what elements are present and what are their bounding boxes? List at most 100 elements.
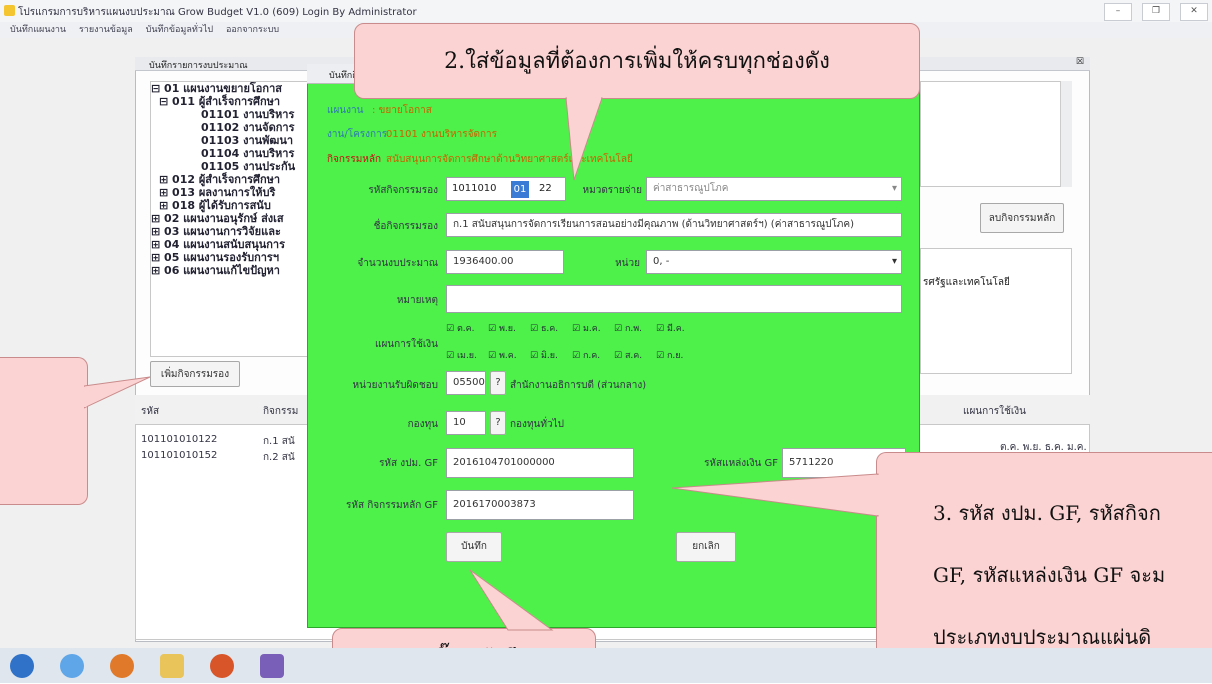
menu-item-general[interactable]: บันทึกข้อมูลทั่วไป [146, 22, 213, 38]
main-activity-label: กิจกรรมหลัก [327, 154, 382, 165]
grid-header-activity: กิจกรรม [263, 406, 299, 417]
month-checkbox[interactable]: ☑ ก.พ. [614, 321, 642, 335]
budget-window-close-icon[interactable]: ☒ [1076, 57, 1084, 67]
grid-cell-activity[interactable]: ก.2 สนั [263, 450, 295, 465]
taskbar [0, 648, 1212, 683]
agency-code-input[interactable]: 05500 [446, 371, 486, 395]
sub-name-label: ชื่อกิจกรรมรอง [373, 221, 438, 232]
agency-name: สำนักงานอธิการบดี (ส่วนกลาง) [510, 380, 647, 391]
month-label: ส.ค. [624, 351, 643, 361]
close-icon[interactable]: ✕ [1180, 3, 1208, 21]
sub-code-mid[interactable]: 01 [511, 181, 529, 198]
month-label: ม.ค. [582, 324, 601, 334]
menu-item-logout[interactable]: ออกจากระบบ [226, 22, 279, 38]
gf-budget-code-label: รหัส งปม. GF [379, 458, 438, 469]
month-checkbox[interactable]: ☑ ต.ค. [446, 321, 475, 335]
grid-cell-code[interactable]: 101101010152 [141, 450, 217, 461]
menu-item-report[interactable]: รายงานข้อมูล [79, 22, 133, 38]
detail-scrollbar[interactable] [1060, 81, 1072, 187]
month-checkbox[interactable]: ☑ ก.ค. [572, 348, 600, 362]
gf-budget-code-input[interactable]: 2016104701000000 [446, 448, 634, 478]
note-label: หมายเหตุ [396, 295, 438, 306]
months-row-1: ☑ ต.ค. ☑ พ.ย. ☑ ธ.ค. ☑ ม.ค. ☑ ก.พ. ☑ มี.… [446, 321, 906, 335]
month-label: ก.ย. [666, 351, 684, 361]
app-title-bar: โปรแกรมการบริหารแผนงบประมาณ Grow Budget … [0, 0, 1212, 22]
step3-callout-pointer [672, 473, 880, 517]
month-label: มิ.ย. [540, 351, 558, 361]
plan-value: : ขยายโอกาส [372, 105, 432, 116]
month-checkbox[interactable]: ☑ พ.ย. [488, 321, 516, 335]
project-value: 01101 งานบริหารจัดการ [386, 129, 498, 140]
grid-header-plan-use: แผนการใช้เงิน [963, 406, 1026, 417]
months-row-2: ☑ เม.ย. ☑ พ.ค. ☑ มิ.ย. ☑ ก.ค. ☑ ส.ค. ☑ ก… [446, 348, 906, 362]
amount-input[interactable]: 1936400.00 [446, 250, 564, 274]
unit-value: 0, - [653, 256, 670, 267]
month-checkbox[interactable]: ☑ พ.ค. [488, 348, 517, 362]
grid-cell-activity[interactable]: ก.1 สนั [263, 434, 295, 449]
chevron-down-icon[interactable]: ▾ [892, 251, 897, 273]
chevron-down-icon[interactable]: ▾ [892, 178, 897, 200]
browser-icon[interactable] [60, 654, 84, 678]
detail-panel [920, 81, 1072, 187]
description-text: รศรัฐและเทคโนโลยี [923, 277, 1010, 288]
folder-icon[interactable] [160, 654, 184, 678]
month-checkbox[interactable]: ☑ ก.ย. [656, 348, 683, 362]
sub-code-suffix: 22 [539, 183, 552, 194]
month-checkbox[interactable]: ☑ ม.ค. [572, 321, 601, 335]
media-player-icon[interactable] [110, 654, 134, 678]
unit-label: หน่วย [615, 258, 640, 269]
month-checkbox[interactable]: ☑ มิ.ย. [530, 348, 558, 362]
plan-use-label: แผนการใช้เงิน [375, 339, 438, 350]
gf-main-activity-code-input[interactable]: 2016170003873 [446, 490, 634, 520]
plan-label: แผนงาน [327, 105, 364, 116]
month-checkbox[interactable]: ☑ เม.ย. [446, 348, 477, 362]
cancel-button[interactable]: ยกเลิก [676, 532, 736, 562]
step2-callout-pointer [565, 96, 603, 181]
minimize-icon[interactable]: – [1104, 3, 1132, 21]
budget-window-title: บันทึกรายการงบประมาณ [149, 61, 248, 71]
step3-line: 3. รหัส งปม. GF, รหัสกิจก [933, 501, 1161, 525]
month-label: มี.ค. [666, 324, 685, 334]
grid-cell-code[interactable]: 101101010122 [141, 434, 217, 445]
month-checkbox[interactable]: ☑ มี.ค. [656, 321, 685, 335]
fund-lookup-button[interactable]: ? [490, 411, 506, 435]
fund-code-input[interactable]: 10 [446, 411, 486, 435]
sub-name-input[interactable]: ก.1 สนับสนุนการจัดการเรียนการสอนอย่างมีค… [446, 213, 902, 237]
step2-callout: 2.ใส่ข้อมูลที่ต้องการเพิ่มให้ครบทุกช่องด… [354, 23, 920, 99]
delete-main-activity-button[interactable]: ลบกิจกรรมหลัก [980, 203, 1064, 233]
project-label: งาน/โครงการ [327, 129, 388, 140]
month-label: ธ.ค. [540, 324, 559, 334]
sub-code-label: รหัสกิจกรรมรอง [368, 185, 438, 196]
unit-select[interactable]: 0, - ▾ [646, 250, 902, 274]
restore-icon[interactable]: ❐ [1142, 3, 1170, 21]
sub-code-prefix: 1011010 [452, 183, 497, 194]
start-icon[interactable] [10, 654, 34, 678]
step1-callout [0, 357, 88, 505]
menu-item-plan[interactable]: บันทึกแผนงาน [10, 22, 66, 38]
firefox-icon[interactable] [210, 654, 234, 678]
expense-category-value: ค่าสาธารณูปโภค [653, 183, 729, 194]
month-label: ก.พ. [624, 324, 643, 334]
description-panel: รศรัฐและเทคโนโลยี [920, 248, 1072, 374]
app-pinned-icon[interactable] [260, 654, 284, 678]
month-checkbox[interactable]: ☑ ส.ค. [614, 348, 642, 362]
step3-line: GF, รหัสแหล่งเงิน GF จะม [933, 563, 1166, 587]
step4-callout-pointer [469, 569, 554, 631]
save-button[interactable]: บันทึก [446, 532, 502, 562]
month-label: ต.ค. [456, 324, 475, 334]
month-label: พ.ค. [498, 351, 517, 361]
month-label: เม.ย. [456, 351, 477, 361]
note-input[interactable] [446, 285, 902, 313]
sub-code-field[interactable]: 1011010 01 22 [446, 177, 566, 201]
add-sub-activity-button[interactable]: เพิ่มกิจกรรมรอง [150, 361, 240, 387]
expense-category-select[interactable]: ค่าสาธารณูปโภค ▾ [646, 177, 902, 201]
step1-callout-pointer [84, 376, 151, 409]
month-label: ก.ค. [582, 351, 601, 361]
fund-name: กองทุนทั่วไป [510, 419, 564, 430]
month-checkbox[interactable]: ☑ ธ.ค. [530, 321, 558, 335]
gf-source-code-label: รหัสแหล่งเงิน GF [704, 458, 778, 469]
app-title: โปรแกรมการบริหารแผนงบประมาณ Grow Budget … [18, 7, 417, 18]
agency-label: หน่วยงานรับผิดชอบ [352, 380, 438, 391]
agency-lookup-button[interactable]: ? [490, 371, 506, 395]
fund-label: กองทุน [407, 419, 438, 430]
